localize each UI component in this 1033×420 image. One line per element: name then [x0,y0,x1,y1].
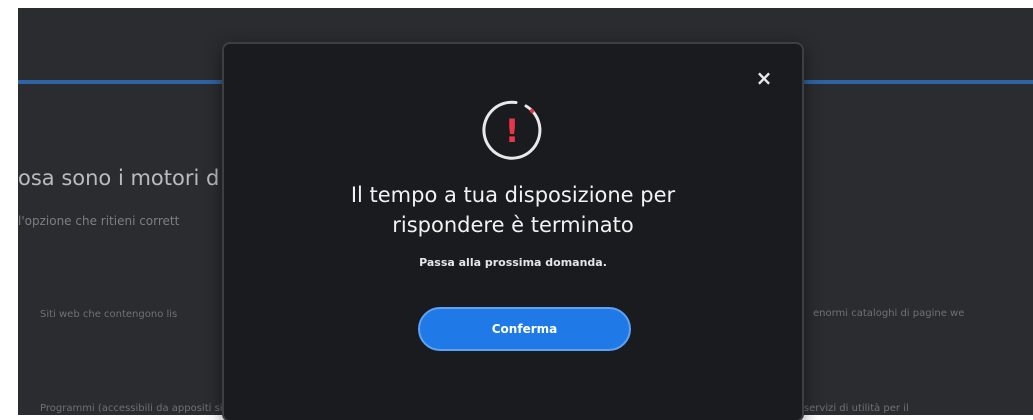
answer-option[interactable]: Siti web che contengono lis [40,309,177,320]
question-hint: l'opzione che ritieni corrett [18,214,180,228]
dialog-message: Passa alla prossima domanda. [419,256,607,269]
confirm-button-label: Conferma [491,322,558,336]
alert-exclamation: ! [505,112,520,150]
answer-option[interactable]: enormi cataloghi di pagine we [813,308,964,319]
close-icon[interactable]: × [754,68,774,88]
dialog-title: Il tempo a tua disposizione per risponde… [224,180,802,240]
confirm-button[interactable]: Conferma [418,307,631,351]
alert-icon: ! [482,100,542,160]
dialog-title-line2: rispondere è terminato [392,213,634,237]
question-title: osa sono i motori d [18,166,220,190]
dialog-title-line1: Il tempo a tua disposizione per [350,183,676,207]
timeout-dialog: × ! Il tempo a tua disposizione per risp… [224,44,802,420]
